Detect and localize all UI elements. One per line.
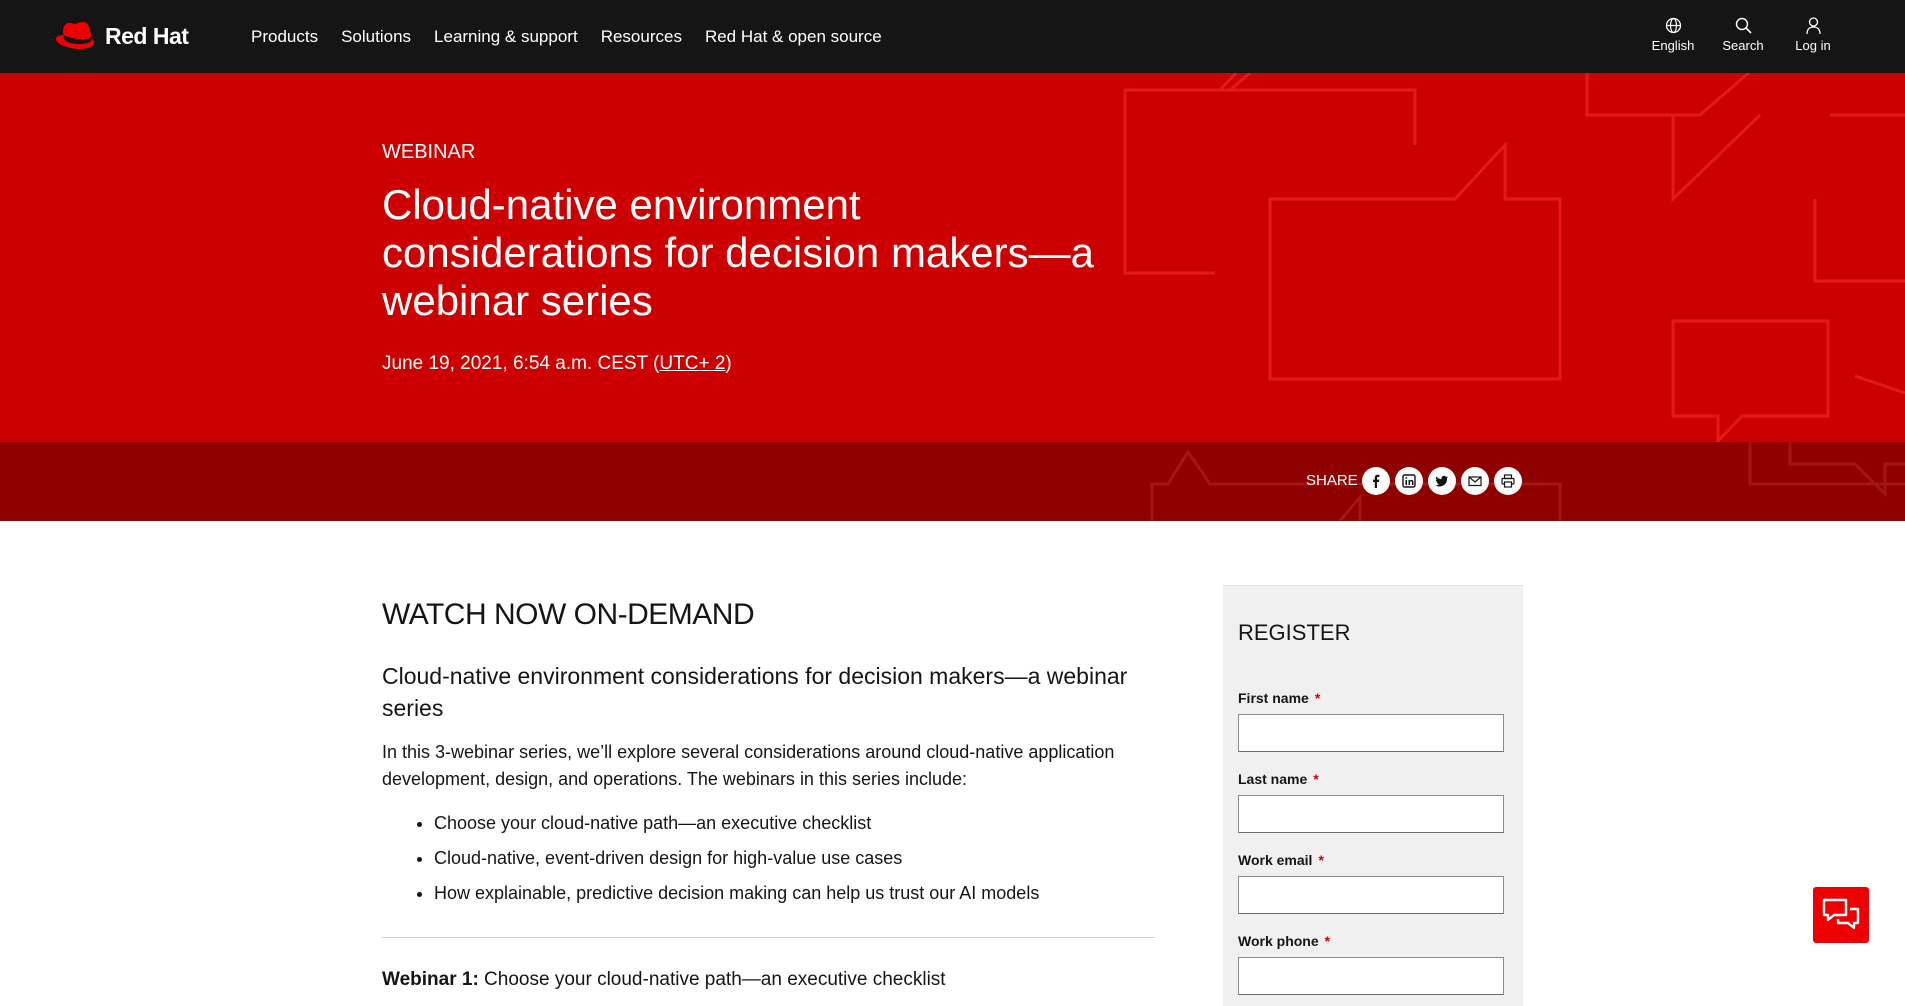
facebook-icon (1373, 474, 1380, 488)
content-divider (382, 937, 1155, 938)
main-menu: Products Solutions Learning & support Re… (251, 0, 905, 73)
language-label: English (1651, 38, 1695, 53)
work-phone-field[interactable] (1238, 957, 1504, 995)
login-button[interactable]: Log in (1773, 17, 1853, 53)
twitter-icon (1435, 475, 1448, 487)
webinar-list: Choose your cloud-native path—an executi… (382, 806, 1039, 911)
nav-item-solutions[interactable]: Solutions (341, 27, 411, 47)
webinar-series-title: Cloud-native environment considerations … (382, 663, 1128, 721)
registration-form: REGISTER First name * Last name * Work ema… (1223, 585, 1523, 1006)
nav-item-resources[interactable]: Resources (601, 27, 682, 47)
timezone-link[interactable]: UTC+ 2 (659, 353, 725, 374)
required-asterisk: * (1324, 933, 1331, 949)
sharebar-decoration (1150, 442, 1905, 521)
share-buttons (1362, 467, 1527, 495)
last-name-label-text: Last name (1238, 771, 1308, 787)
search-label: Search (1722, 38, 1764, 53)
share-bar: SHARE (0, 442, 1905, 521)
share-print-button[interactable] (1494, 467, 1522, 495)
red-hat-logo[interactable]: Red Hat (55, 19, 189, 53)
email-icon (1468, 476, 1482, 487)
date-text: June 19, 2021, 6:54 a.m. CEST ( (382, 353, 660, 374)
logo-wordmark: Red Hat (105, 22, 189, 49)
nav-item-learning-support[interactable]: Learning & support (434, 27, 578, 47)
user-icon (1805, 17, 1821, 34)
webinar-1-heading: Webinar 1: Choose your cloud-native path… (382, 969, 946, 991)
login-label: Log in (1795, 38, 1831, 53)
globe-icon (1665, 17, 1681, 34)
required-asterisk: * (1318, 852, 1324, 868)
form-title: REGISTER (1238, 620, 1351, 645)
nav-item-products[interactable]: Products (251, 27, 318, 47)
share-email-button[interactable] (1461, 467, 1489, 495)
hero-banner: WEBINAR Cloud-native environment conside… (0, 73, 1905, 442)
first-name-field[interactable] (1238, 714, 1504, 752)
work-email-label: Work email * (1238, 852, 1324, 868)
share-facebook-button[interactable] (1362, 467, 1390, 495)
top-navigation: Red Hat Products Solutions Learning & su… (0, 0, 1905, 73)
nav-item-red-hat-open-source[interactable]: Red Hat & open source (705, 27, 882, 47)
required-asterisk: * (1314, 690, 1321, 706)
list-item: How explainable, predictive decision mak… (434, 876, 1039, 911)
section-heading: WATCH NOW ON-DEMAND (382, 598, 755, 631)
work-email-field[interactable] (1238, 876, 1504, 914)
list-item: Cloud-native, event-driven design for hi… (434, 841, 1039, 876)
red-hat-logo-icon (56, 22, 94, 49)
search-icon (1735, 17, 1752, 34)
chat-button[interactable] (1813, 887, 1869, 943)
chat-icon (1822, 898, 1860, 930)
linkedin-icon (1402, 474, 1416, 488)
last-name-label: Last name * (1238, 771, 1319, 787)
page-title: Cloud-native environment considerations … (382, 181, 1094, 324)
share-label: SHARE (1306, 472, 1358, 489)
webinar-date: June 19, 2021, 6:54 a.m. CEST (UTC+ 2) (382, 353, 732, 375)
first-name-label: First name * (1238, 690, 1320, 706)
work-phone-label: Work phone * (1238, 933, 1330, 949)
last-name-field[interactable] (1238, 795, 1504, 833)
list-item: Choose your cloud-native path—an executi… (434, 806, 1039, 841)
date-text-suffix: ) (725, 353, 732, 374)
first-name-label-text: First name (1238, 690, 1309, 706)
work-phone-label-text: Work phone (1238, 933, 1319, 949)
language-button[interactable]: English (1633, 17, 1713, 53)
print-icon (1501, 474, 1515, 488)
intro-paragraph: In this 3-webinar series, we’ll explore … (382, 742, 1115, 789)
work-email-label-text: Work email (1238, 852, 1313, 868)
share-twitter-button[interactable] (1428, 467, 1456, 495)
required-asterisk: * (1313, 771, 1319, 787)
content-type-eyebrow: WEBINAR (382, 141, 476, 163)
search-button[interactable]: Search (1703, 17, 1783, 53)
share-linkedin-button[interactable] (1395, 467, 1423, 495)
